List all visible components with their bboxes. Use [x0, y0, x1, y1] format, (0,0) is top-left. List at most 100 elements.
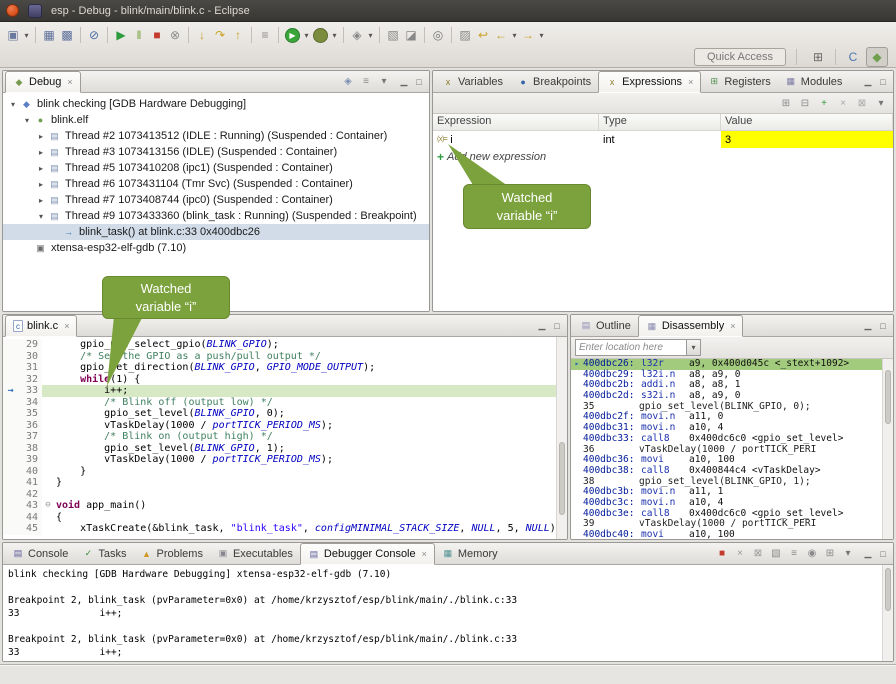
minimize-view-icon[interactable]: ▁ [862, 548, 874, 559]
scrollbar-thumb[interactable] [885, 568, 891, 611]
step-into-icon[interactable]: ↓ [193, 26, 211, 44]
debug-tree-item[interactable]: ▾●blink.elf [3, 112, 429, 128]
debug-tree-item[interactable]: ▸▤Thread #3 1073413156 (IDLE) (Suspended… [3, 144, 429, 160]
remove-launch-icon[interactable]: × [732, 546, 748, 562]
open-console-icon[interactable]: ⊞ [822, 546, 838, 562]
back-icon[interactable]: ← [492, 26, 510, 44]
mark-occurrences-icon[interactable]: ▨ [456, 26, 474, 44]
debug-tree-item[interactable]: ▸▤Thread #7 1073408744 (ipc0) (Suspended… [3, 192, 429, 208]
open-perspective-icon[interactable]: ⊞ [807, 47, 829, 67]
terminate-console-icon[interactable]: ■ [714, 546, 730, 562]
tab-expressions[interactable]: xExpressions× [598, 71, 701, 93]
tab-breakpoints[interactable]: ●Breakpoints [510, 71, 598, 92]
tab-debug[interactable]: ◆Debug× [5, 71, 81, 93]
tab-problems[interactable]: ▲Problems [133, 543, 209, 564]
minimize-view-icon[interactable]: ▁ [862, 76, 874, 87]
open-console-dropdown-icon[interactable]: ▾ [840, 546, 856, 562]
tab-tasks[interactable]: ✓Tasks [75, 543, 133, 564]
editor-line[interactable]: 31 gpio_set_direction(BLINK_GPIO, GPIO_M… [3, 362, 567, 374]
run-icon[interactable]: ▶ [285, 28, 300, 43]
editor-scrollbar[interactable] [556, 337, 567, 539]
tab-variables[interactable]: xVariables [435, 71, 510, 92]
debug-perspective-icon[interactable]: ◆ [866, 47, 888, 67]
tab-executables[interactable]: ▣Executables [210, 543, 300, 564]
new-wizard-icon[interactable]: ▣ [4, 26, 22, 44]
editor-line[interactable]: 36 vTaskDelay(1000 / portTICK_PERIOD_MS)… [3, 420, 567, 432]
disassembly-location-input[interactable] [575, 339, 687, 356]
forward-icon[interactable]: → [519, 26, 537, 44]
tree-twisty-icon[interactable]: ▸ [35, 164, 47, 173]
expression-row[interactable]: (x)=iint3 [433, 131, 893, 148]
quick-access-button[interactable]: Quick Access [694, 48, 786, 66]
maximize-view-icon[interactable]: □ [413, 77, 425, 87]
tab-outline[interactable]: ▤Outline [573, 315, 638, 336]
editor-line[interactable]: 44{ [3, 512, 567, 524]
terminate-icon[interactable]: ■ [148, 26, 166, 44]
editor-line[interactable]: 37 /* Blink on (output high) */ [3, 431, 567, 443]
back-dropdown-icon[interactable]: ▾ [510, 26, 519, 44]
tree-twisty-icon[interactable]: ▾ [21, 116, 33, 125]
editor-line[interactable]: 30 /* Set the GPIO as a push/pull output… [3, 351, 567, 363]
tab-blink-c[interactable]: cblink.c× [5, 315, 77, 337]
debug-dropdown-icon[interactable]: ▾ [330, 26, 339, 44]
build-icon[interactable]: ◪ [402, 26, 420, 44]
add-expression-toolbar-icon[interactable]: + [816, 95, 832, 111]
debug-tree-item[interactable]: ▸▤Thread #6 1073431104 (Tmr Svc) (Suspen… [3, 176, 429, 192]
column-header[interactable]: Type [599, 114, 721, 130]
close-tab-icon[interactable]: × [730, 321, 735, 331]
editor-line[interactable]: 43⊖void app_main() [3, 500, 567, 512]
collapse-all-icon[interactable]: ⊟ [797, 95, 813, 111]
connect-process-icon[interactable]: ◈ [340, 74, 356, 90]
disassembly-line[interactable]: 400dbc38:call80x400844c4 <vTaskDelay> [571, 466, 893, 477]
tab-memory[interactable]: ▦Memory [435, 543, 505, 564]
console-scrollbar[interactable] [882, 565, 893, 661]
editor-line[interactable]: 45 xTaskCreate(&blink_task, "blink_task"… [3, 523, 567, 535]
view-menu-dropdown-icon[interactable]: ▾ [376, 74, 392, 90]
scrollbar-thumb[interactable] [559, 442, 565, 515]
debug-icon[interactable] [313, 28, 328, 43]
clear-console-icon[interactable]: ▧ [768, 546, 784, 562]
tree-twisty-icon[interactable]: ▸ [35, 196, 47, 205]
editor-body[interactable]: 29 gpio_pad_select_gpio(BLINK_GPIO);30 /… [3, 337, 567, 539]
last-edit-location-icon[interactable]: ↩ [474, 26, 492, 44]
step-return-icon[interactable]: ↑ [229, 26, 247, 44]
tree-twisty-icon[interactable]: ▾ [35, 212, 47, 221]
editor-line[interactable]: 35 gpio_set_level(BLINK_GPIO, 0); [3, 408, 567, 420]
column-header[interactable]: Value [721, 114, 893, 130]
forward-dropdown-icon[interactable]: ▾ [537, 26, 546, 44]
debug-tree-item[interactable]: ▾◆blink checking [GDB Hardware Debugging… [3, 96, 429, 112]
new-wizard-dropdown-icon[interactable]: ▾ [22, 26, 31, 44]
maximize-view-icon[interactable]: □ [551, 321, 563, 331]
editor-line[interactable]: 32 while(1) { [3, 374, 567, 386]
editor-line[interactable]: 41} [3, 477, 567, 489]
editor-line[interactable]: 39 vTaskDelay(1000 / portTICK_PERIOD_MS)… [3, 454, 567, 466]
pin-console-icon[interactable]: ◉ [804, 546, 820, 562]
resume-icon[interactable]: ▶ [112, 26, 130, 44]
disassembly-line[interactable]: 400dbc33:call80x400dc6c0 <gpio_set_level… [571, 434, 893, 445]
editor-line[interactable]: 40 } [3, 466, 567, 478]
tab-debugger-console[interactable]: ▤Debugger Console× [300, 543, 435, 565]
close-tab-icon[interactable]: × [67, 77, 72, 87]
cpp-perspective-icon[interactable]: C [842, 47, 864, 67]
debug-tree-item[interactable]: ▣xtensa-esp32-elf-gdb (7.10) [3, 240, 429, 256]
tree-twisty-icon[interactable]: ▸ [35, 180, 47, 189]
remove-expression-icon[interactable]: × [835, 95, 851, 111]
instruction-stepping-icon[interactable]: ≡ [256, 26, 274, 44]
external-tools-icon[interactable]: ◈ [348, 26, 366, 44]
tree-twisty-icon[interactable]: ▸ [35, 148, 47, 157]
disconnect-icon[interactable]: ⊗ [166, 26, 184, 44]
tree-twisty-icon[interactable]: ▸ [35, 132, 47, 141]
debug-tree-item[interactable]: →blink_task() at blink.c:33 0x400dbc26 [3, 224, 429, 240]
tab-console[interactable]: ▤Console [5, 543, 75, 564]
disassembly-body[interactable]: ▸400dbc26:l32ra9, 0x400d045c <_stext+109… [571, 359, 893, 539]
remove-all-expressions-icon[interactable]: ⊠ [854, 95, 870, 111]
expressions-view-menu-icon[interactable]: ▾ [873, 95, 889, 111]
run-dropdown-icon[interactable]: ▾ [302, 26, 311, 44]
window-close-button[interactable] [6, 4, 19, 17]
add-expression-row[interactable]: +Add new expression [433, 148, 893, 165]
editor-line[interactable]: →33 i++; [3, 385, 567, 397]
close-tab-icon[interactable]: × [422, 549, 427, 559]
new-project-icon[interactable]: ▧ [384, 26, 402, 44]
save-all-icon[interactable]: ▩ [58, 26, 76, 44]
close-tab-icon[interactable]: × [64, 321, 69, 331]
